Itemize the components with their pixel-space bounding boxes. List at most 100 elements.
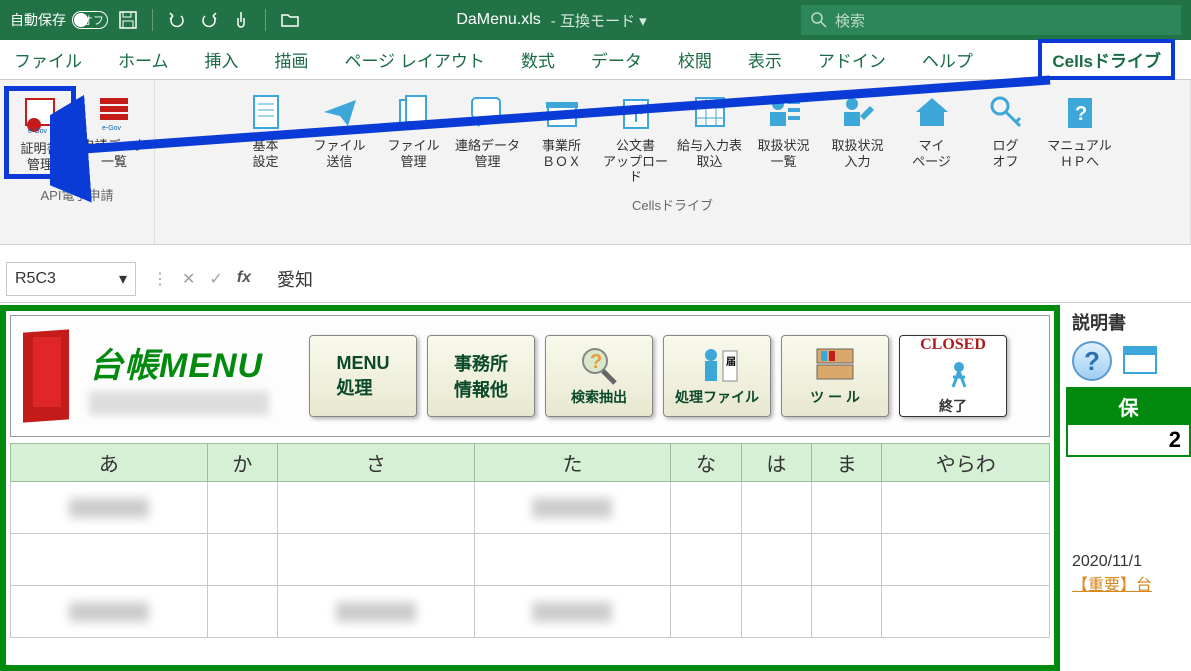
rp-number: 2: [1066, 425, 1191, 457]
btn-status1[interactable]: 取扱状況 一覧: [748, 86, 820, 189]
right-panel: 説明書 ? 保 2 2020/11/1 【重要】台: [1066, 305, 1191, 671]
btn-filesend[interactable]: ファイル 送信: [304, 86, 376, 189]
cell[interactable]: [882, 586, 1050, 638]
name-box[interactable]: R5C3▾: [6, 262, 136, 296]
btn-process-file[interactable]: 届処理ファイル: [663, 335, 771, 417]
formula-input[interactable]: [267, 262, 1185, 296]
cell[interactable]: [741, 586, 811, 638]
person-list-icon: [762, 90, 806, 134]
tab-help[interactable]: ヘルプ: [918, 41, 977, 78]
calendar-icon[interactable]: [1122, 341, 1158, 377]
fx-icon[interactable]: fx: [237, 269, 251, 289]
cancel-icon[interactable]: ✕: [182, 269, 195, 289]
cell[interactable]: [882, 534, 1050, 586]
undo-icon[interactable]: [165, 8, 189, 32]
tab-file[interactable]: ファイル: [10, 41, 86, 78]
tab-layout[interactable]: ページ レイアウト: [341, 41, 489, 78]
btn-upload[interactable]: 公文書 アップロード: [600, 86, 672, 189]
kana-col-a[interactable]: あ: [11, 444, 208, 482]
btn-contact-label: 連絡データ 管理: [455, 138, 520, 169]
cell[interactable]: [741, 482, 811, 534]
dropdown-icon[interactable]: ⋮: [152, 269, 168, 289]
btn-manual[interactable]: ?マニュアル ＨＰへ: [1044, 86, 1116, 189]
confirm-icon[interactable]: ✓: [209, 269, 222, 289]
redo-icon[interactable]: [197, 8, 221, 32]
cell[interactable]: [278, 482, 475, 534]
cell[interactable]: [11, 586, 208, 638]
cell[interactable]: [278, 586, 475, 638]
help-icon[interactable]: ?: [1072, 341, 1112, 381]
ribbon-group-cellsdrive: 基本 設定 ファイル 送信 ファイル 管理 連絡データ 管理 事業所 ＢＯＸ 公…: [155, 80, 1191, 244]
formula-bar: R5C3▾ ⋮ ✕ ✓ fx: [0, 255, 1191, 303]
btn-office-info[interactable]: 事務所 情報他: [427, 335, 535, 417]
cell[interactable]: [207, 586, 277, 638]
cell[interactable]: [812, 534, 882, 586]
tab-view[interactable]: 表示: [744, 41, 786, 78]
btn-payroll[interactable]: 給与入力表 取込: [674, 86, 746, 189]
worker-icon: 届: [693, 345, 741, 385]
news-link[interactable]: 【重要】台: [1072, 577, 1152, 594]
btn-basic[interactable]: 基本 設定: [230, 86, 302, 189]
kana-col-na[interactable]: な: [671, 444, 741, 482]
news-date: 2020/11/1: [1072, 553, 1185, 571]
cell[interactable]: [671, 482, 741, 534]
binder-icon: [17, 331, 75, 421]
search-box[interactable]: 検索: [801, 5, 1181, 35]
formula-icons: ⋮ ✕ ✓ fx: [142, 269, 261, 289]
cell[interactable]: [278, 534, 475, 586]
btn-closed-exit[interactable]: CLOSED 終了: [899, 335, 1007, 417]
btn-contact[interactable]: 連絡データ 管理: [452, 86, 524, 189]
compat-mode[interactable]: - 互換モード ▾: [551, 10, 647, 31]
btn-cert-mgmt[interactable]: e-Gov 証明書 管理: [4, 86, 76, 179]
exit-person-icon: [929, 354, 977, 394]
btn-mypage[interactable]: マイ ページ: [896, 86, 968, 189]
send-icon: [318, 90, 362, 134]
kana-col-yarawa[interactable]: やらわ: [882, 444, 1050, 482]
cell[interactable]: [474, 586, 671, 638]
btn-search-extract[interactable]: ?検索抽出: [545, 335, 653, 417]
tab-insert[interactable]: 挿入: [201, 41, 243, 78]
cell[interactable]: [474, 534, 671, 586]
cell[interactable]: [11, 534, 208, 586]
btn-box[interactable]: 事業所 ＢＯＸ: [526, 86, 598, 189]
btn-filemgmt[interactable]: ファイル 管理: [378, 86, 450, 189]
toggle-switch[interactable]: オフ: [72, 11, 108, 29]
tab-formula[interactable]: 数式: [517, 41, 559, 78]
cell[interactable]: [11, 482, 208, 534]
cell[interactable]: [671, 586, 741, 638]
btn-mypage-label: マイ ページ: [912, 138, 951, 169]
cell[interactable]: [474, 482, 671, 534]
tab-data[interactable]: データ: [587, 41, 646, 78]
cell[interactable]: [812, 482, 882, 534]
btn-basic-label: 基本 設定: [252, 138, 278, 169]
tab-draw[interactable]: 描画: [271, 41, 313, 78]
cell[interactable]: [812, 586, 882, 638]
btn-tool[interactable]: ツ ー ル: [781, 335, 889, 417]
news-block: 2020/11/1 【重要】台: [1066, 547, 1191, 601]
kana-col-ha[interactable]: は: [741, 444, 811, 482]
kana-col-sa[interactable]: さ: [278, 444, 475, 482]
btn-menu-process[interactable]: MENU 処理: [309, 335, 417, 417]
save-icon[interactable]: [116, 8, 140, 32]
btn-logoff[interactable]: ログ オフ: [970, 86, 1042, 189]
certificate-icon: e-Gov: [18, 93, 62, 137]
tab-addin[interactable]: アドイン: [814, 41, 890, 78]
person-edit-icon: [836, 90, 880, 134]
cell[interactable]: [207, 534, 277, 586]
btn-appdata[interactable]: e-Gov 申請データ 一覧: [78, 86, 150, 179]
kana-col-ma[interactable]: ま: [812, 444, 882, 482]
kana-col-ka[interactable]: か: [207, 444, 277, 482]
cell[interactable]: [671, 534, 741, 586]
cell[interactable]: [207, 482, 277, 534]
folder-icon[interactable]: [278, 8, 302, 32]
tab-home[interactable]: ホーム: [114, 41, 173, 78]
cell[interactable]: [882, 482, 1050, 534]
touch-icon[interactable]: [229, 8, 253, 32]
tab-cellsdrive[interactable]: Cellsドライブ: [1038, 39, 1175, 80]
autosave-toggle[interactable]: 自動保存 オフ: [10, 10, 108, 30]
kana-col-ta[interactable]: た: [474, 444, 671, 482]
ribbon: e-Gov 証明書 管理 e-Gov 申請データ 一覧 API電子申請 基本 設…: [0, 80, 1191, 245]
tab-review[interactable]: 校閲: [674, 41, 716, 78]
btn-status2[interactable]: 取扱状況 入力: [822, 86, 894, 189]
cell[interactable]: [741, 534, 811, 586]
